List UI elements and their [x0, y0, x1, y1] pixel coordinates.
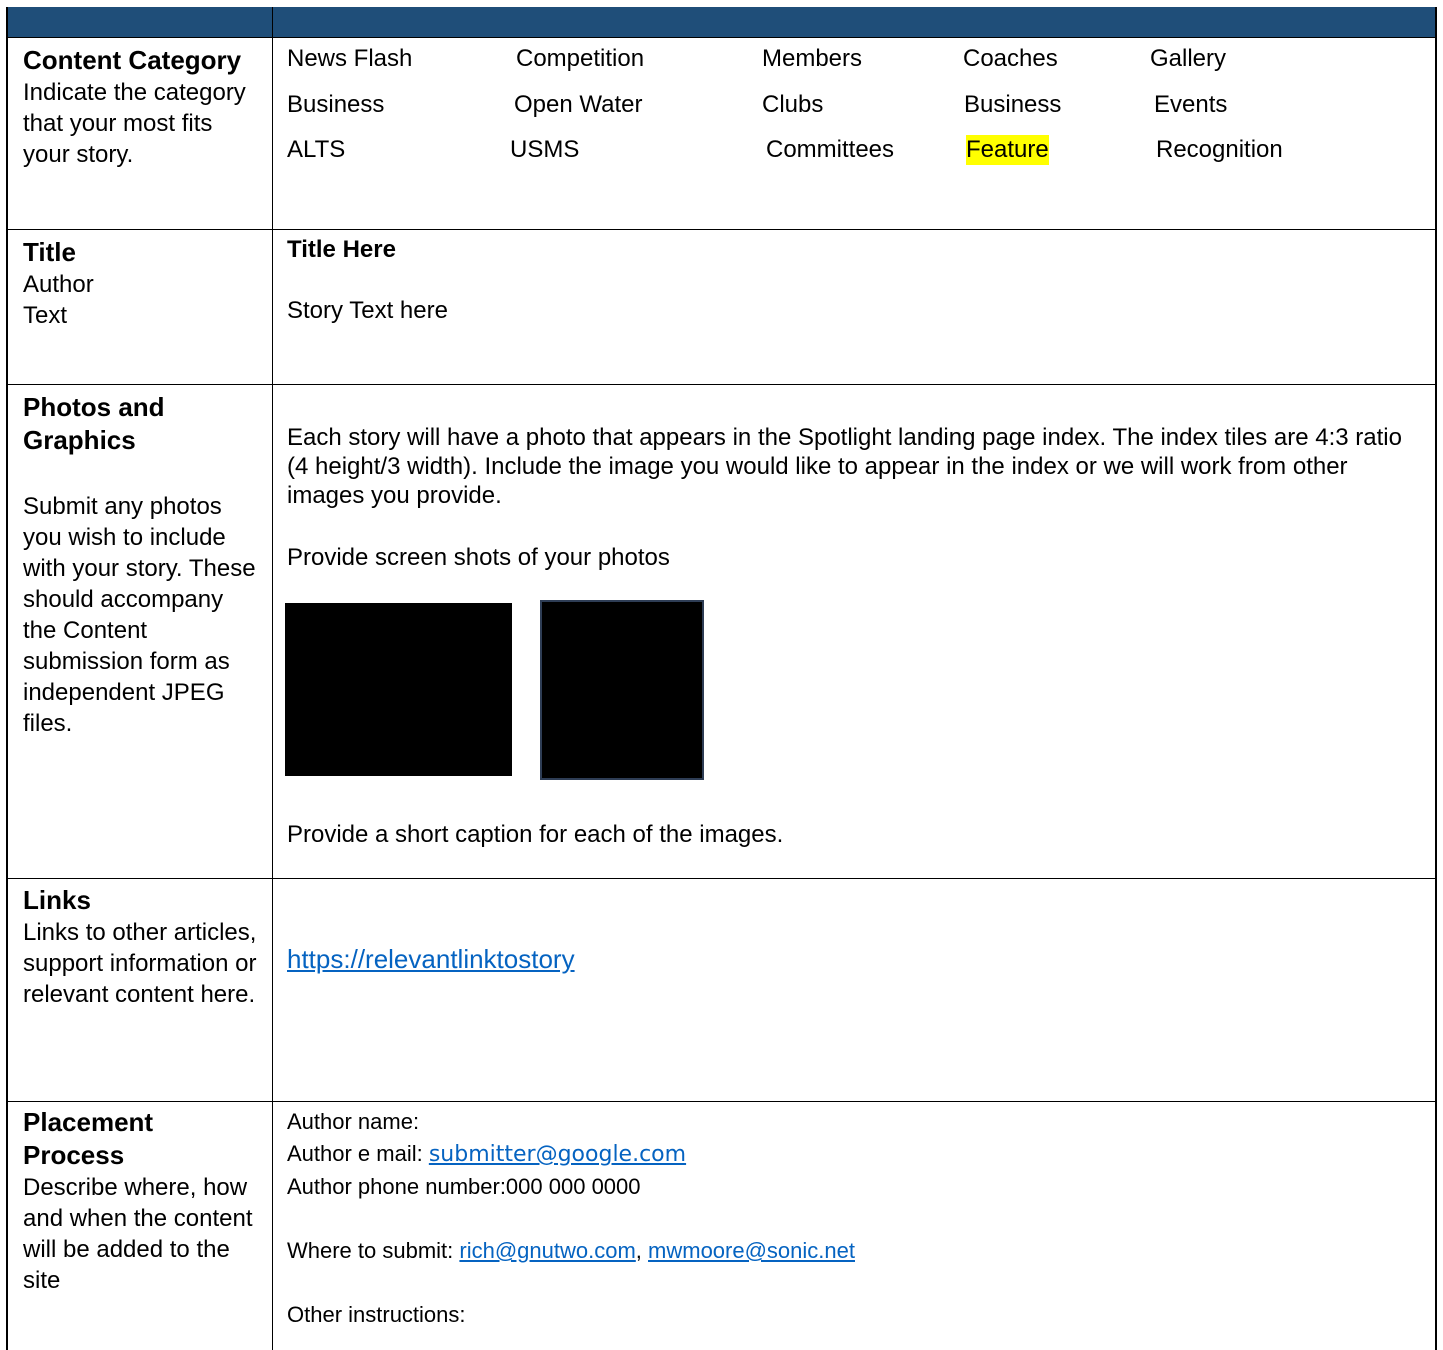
category-news-flash[interactable]: News Flash: [287, 44, 412, 74]
placement-content: Author name: Author e mail: submitter@go…: [287, 1106, 1407, 1331]
story-text-value: Story Text here: [287, 297, 448, 324]
placement-label-line2: Process: [23, 1140, 125, 1170]
author-email-line: Author e mail: submitter@google.com: [287, 1138, 1407, 1171]
caption-prompt: Provide a short caption for each of the …: [287, 821, 784, 848]
category-coaches[interactable]: Coaches: [963, 44, 1058, 74]
category-label: Content Category: [23, 45, 242, 75]
placement-label-line1: Placement: [23, 1107, 154, 1137]
screenshots-prompt: Provide screen shots of your photos: [287, 544, 670, 571]
submit-label: Where to submit:: [287, 1238, 460, 1263]
story-title-value: Title Here: [287, 236, 396, 263]
category-feature[interactable]: Feature: [966, 135, 1049, 165]
category-label-cell: Content Category Indicate the category t…: [23, 44, 263, 170]
other-instructions: Other instructions:: [287, 1302, 466, 1327]
photos-description: Submit any photos you wish to include wi…: [23, 493, 256, 737]
category-events[interactable]: Events: [1154, 90, 1227, 120]
row-divider-2: [6, 229, 1436, 230]
relevant-link[interactable]: https://relevantlinktostory: [287, 943, 575, 975]
links-description: Links to other articles, support informa…: [23, 919, 257, 1008]
photos-label-line1: Photos and: [23, 392, 165, 422]
category-usms[interactable]: USMS: [510, 135, 579, 165]
category-business[interactable]: Business: [287, 90, 384, 120]
title-label-cell: Title Author Text: [23, 236, 263, 331]
category-competition[interactable]: Competition: [516, 44, 644, 74]
category-recognition[interactable]: Recognition: [1156, 135, 1283, 165]
submit-line: Where to submit: rich@gnutwo.com, mwmoor…: [287, 1235, 1407, 1267]
row-divider-1: [6, 37, 1436, 38]
links-label: Links: [23, 885, 91, 915]
row-divider-5: [6, 1101, 1436, 1102]
category-open-water[interactable]: Open Water: [514, 90, 643, 120]
category-business-2[interactable]: Business: [964, 90, 1061, 120]
column-divider: [272, 7, 273, 1350]
photo-placeholder-1: [285, 603, 512, 776]
submit-separator: ,: [635, 1238, 649, 1263]
category-alts[interactable]: ALTS: [287, 135, 345, 165]
photos-info: Each story will have a photo that appear…: [287, 424, 1402, 509]
author-label: Author: [23, 271, 94, 298]
category-clubs[interactable]: Clubs: [762, 90, 823, 120]
submit-email-1[interactable]: rich@gnutwo.com: [459, 1238, 635, 1263]
title-label: Title: [23, 237, 76, 267]
category-gallery[interactable]: Gallery: [1150, 44, 1226, 74]
category-committees[interactable]: Committees: [766, 135, 894, 165]
table-header-bar: [6, 7, 1436, 37]
links-label-cell: Links Links to other articles, support i…: [23, 884, 263, 1010]
placement-label-cell: Placement Process Describe where, how an…: [23, 1106, 263, 1296]
author-email-link[interactable]: submitter@google.com: [429, 1142, 686, 1167]
category-members[interactable]: Members: [762, 44, 862, 74]
category-description: Indicate the category that your most fit…: [23, 79, 246, 168]
border-left: [6, 7, 8, 1350]
text-label: Text: [23, 302, 68, 329]
author-name-line: Author name:: [287, 1109, 420, 1134]
border-right: [1435, 7, 1437, 1350]
submit-email-2[interactable]: mwmoore@sonic.net: [648, 1238, 855, 1263]
photos-label-cell: Photos and Graphics Submit any photos yo…: [23, 391, 263, 739]
row-divider-4: [6, 878, 1436, 879]
photos-label-line2: Graphics: [23, 425, 136, 455]
placement-description: Describe where, how and when the content…: [23, 1174, 253, 1294]
photo-placeholder-2: [540, 600, 704, 780]
author-phone-line: Author phone number:000 000 0000: [287, 1174, 641, 1199]
row-divider-3: [6, 384, 1436, 385]
author-email-label: Author e mail:: [287, 1141, 429, 1166]
